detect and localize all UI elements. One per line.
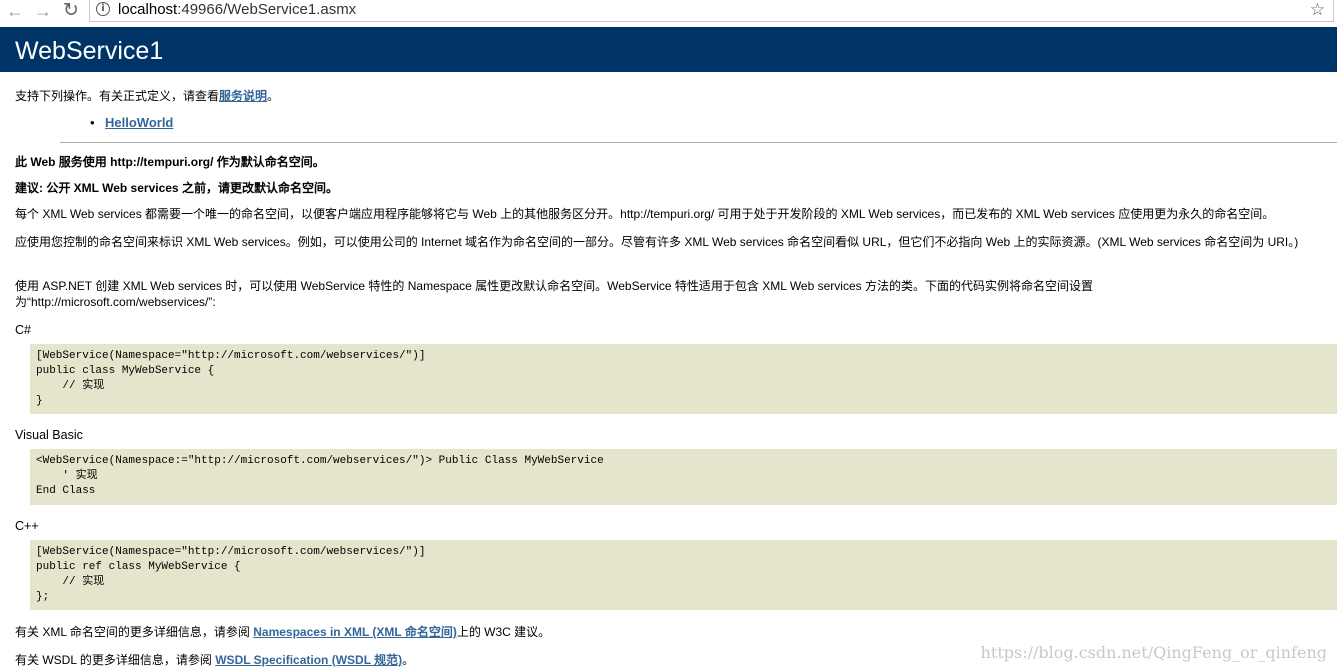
namespace-paragraph-2: 应使用您控制的命名空间来标识 XML Web services。例如，可以使用公… xyxy=(15,235,1299,249)
info-icon[interactable]: i xyxy=(96,2,110,16)
namespace-paragraph-1: 每个 XML Web services 都需要一个唯一的命名空间，以便客户端应用… xyxy=(15,207,1275,221)
service-description-link[interactable]: 服务说明 xyxy=(219,89,267,103)
url-text[interactable]: localhost:49966/WebService1.asmx xyxy=(118,1,356,19)
wsdl-prefix: 有关 WSDL 的更多详细信息，请参阅 xyxy=(15,653,216,667)
service-header-banner: WebService1 xyxy=(0,27,1337,72)
intro-line: 支持下列操作。有关正式定义，请查看服务说明。 xyxy=(15,88,279,104)
wsdl-specification-link[interactable]: WSDL Specification (WSDL 规范) xyxy=(215,653,402,667)
intro-text: 支持下列操作。有关正式定义，请查看 xyxy=(15,89,220,103)
recommendation-note: 建议: 公开 XML Web services 之前，请更改默认命名空间。 xyxy=(15,181,338,195)
list-bullet: • xyxy=(90,115,95,130)
csharp-code-block: [WebService(Namespace="http://microsoft.… xyxy=(30,344,1337,414)
vb-label: Visual Basic xyxy=(15,428,83,442)
cpp-code-block: [WebService(Namespace="http://microsoft.… xyxy=(30,540,1337,610)
bookmark-star-icon[interactable]: ☆ xyxy=(1310,0,1325,20)
cpp-label: C++ xyxy=(15,519,39,533)
watermark-text: https://blog.csdn.net/QingFeng_or_qinfen… xyxy=(980,643,1327,662)
operation-link-helloworld[interactable]: HelloWorld xyxy=(105,115,173,130)
divider xyxy=(60,142,1337,143)
vb-code-block: <WebService(Namespace:="http://microsoft… xyxy=(30,449,1337,505)
xml-ns-suffix: 上的 W3C 建议。 xyxy=(456,625,551,639)
xml-ns-prefix: 有关 XML 命名空间的更多详细信息，请参阅 xyxy=(15,625,254,639)
namespace-paragraph-3: 使用 ASP.NET 创建 XML Web services 时，可以使用 We… xyxy=(15,279,1093,309)
default-namespace-note: 此 Web 服务使用 http://tempuri.org/ 作为默认命名空间。 xyxy=(15,155,325,169)
page-title: WebService1 xyxy=(15,37,164,65)
operations-list: • HelloWorld xyxy=(90,115,173,131)
browser-toolbar: ← → ↻ i localhost:49966/WebService1.asmx… xyxy=(0,0,1337,27)
url-host: localhost xyxy=(118,1,178,18)
intro-suffix: 。 xyxy=(267,89,280,103)
csharp-label: C# xyxy=(15,323,31,337)
forward-arrow-icon[interactable]: → xyxy=(34,1,52,21)
back-arrow-icon[interactable]: ← xyxy=(6,1,24,21)
xml-namespaces-reference: 有关 XML 命名空间的更多详细信息，请参阅 Namespaces in XML… xyxy=(15,624,1333,640)
address-bar[interactable]: i localhost:49966/WebService1.asmx ☆ xyxy=(89,0,1334,22)
reload-icon[interactable]: ↻ xyxy=(63,1,79,21)
namespaces-in-xml-link[interactable]: Namespaces in XML (XML 命名空间) xyxy=(253,625,457,639)
url-path: :49966/WebService1.asmx xyxy=(177,1,357,18)
wsdl-suffix: 。 xyxy=(402,653,415,667)
